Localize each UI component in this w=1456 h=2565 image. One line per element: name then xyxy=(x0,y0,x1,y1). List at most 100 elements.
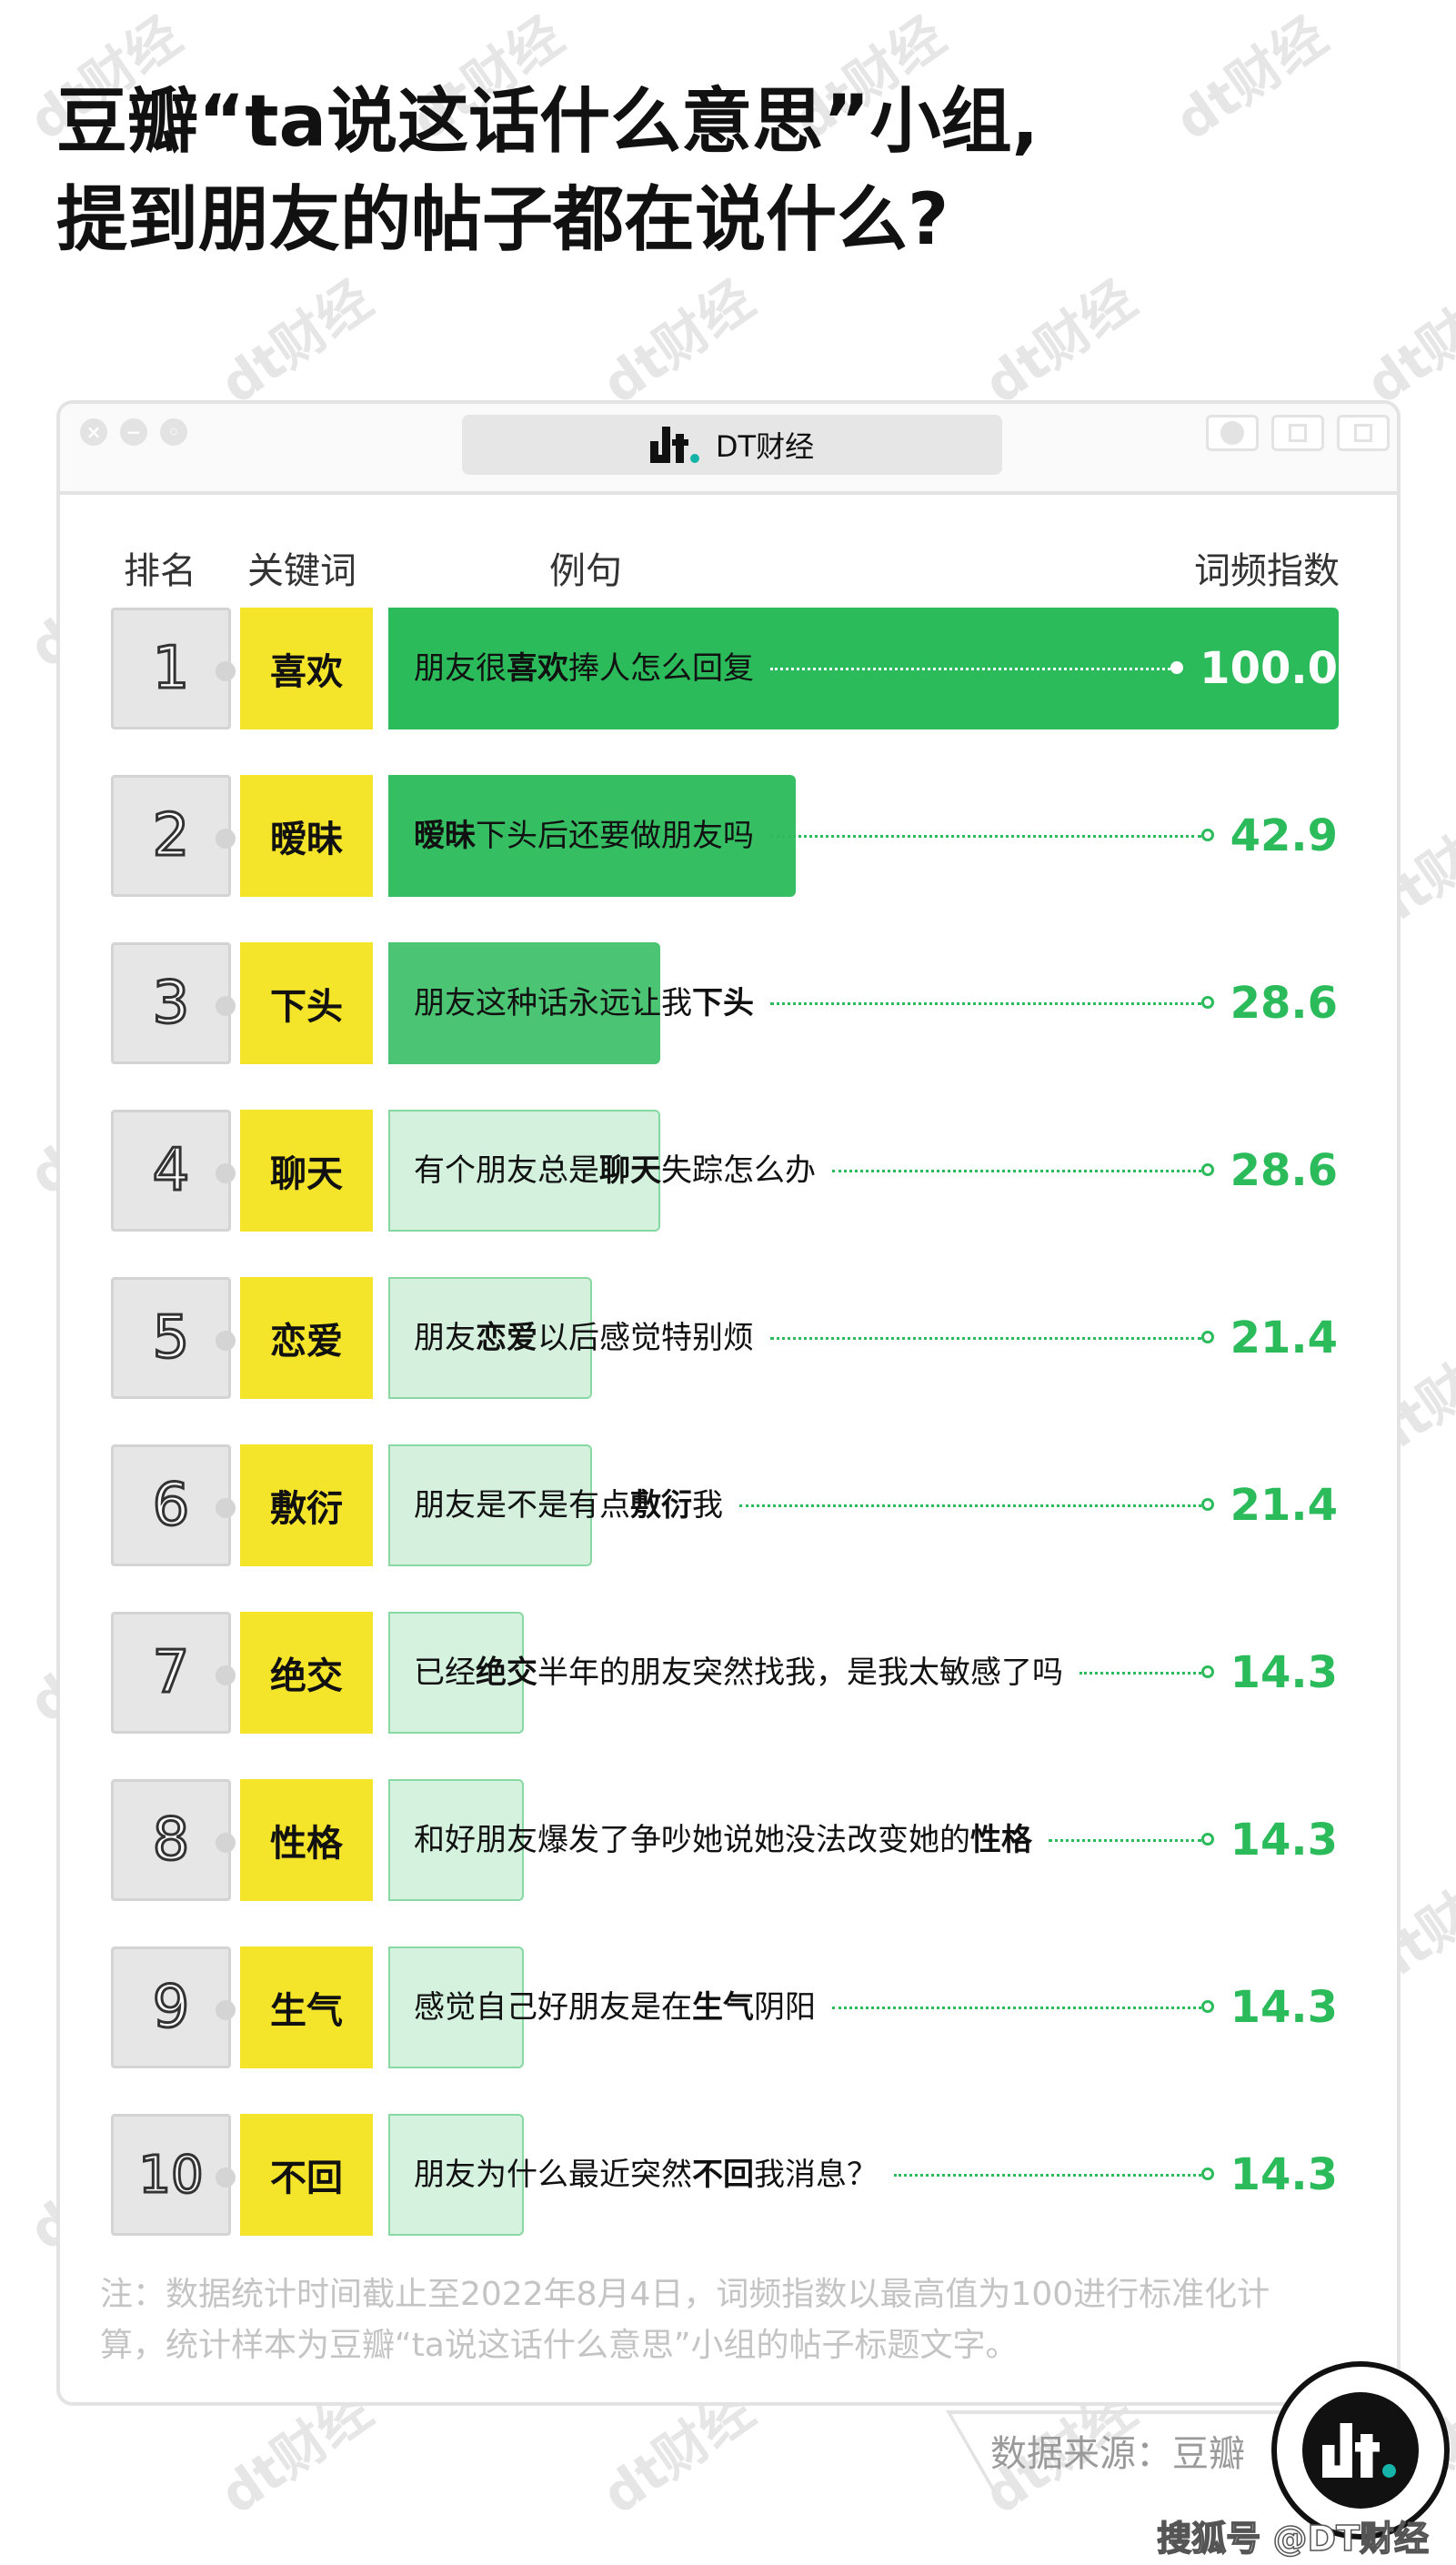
column-header-rank: 排名 xyxy=(124,550,196,592)
leader-line xyxy=(894,2174,1201,2177)
keyword-label: 敷衍 xyxy=(240,1444,373,1566)
example-keyword: 暧昧 xyxy=(414,818,476,854)
example-text-before: 已经 xyxy=(414,1655,476,1691)
index-value: 14.3 xyxy=(1230,1815,1338,1866)
example-keyword: 恋爱 xyxy=(476,1320,537,1356)
record-icon[interactable] xyxy=(1206,415,1259,451)
leader-line xyxy=(832,1170,1201,1172)
column-header-index: 词频指数 xyxy=(1194,550,1340,592)
rank-connector xyxy=(216,1163,236,1183)
example-text-after: 半年的朋友突然找我，是我太敏感了吗 xyxy=(537,1655,1063,1691)
page-title: 豆瓣“ta说这话什么意思”小组, 提到朋友的帖子都在说什么? xyxy=(56,73,1039,269)
example-sentence: 有个朋友总是聊天失踪怎么办 xyxy=(414,1110,816,1232)
chart-row-1: 1 喜欢 朋友很喜欢捧人怎么回复 100.0 xyxy=(0,608,1456,729)
leader-line xyxy=(739,1504,1201,1507)
maximize-icon[interactable]: ◦ xyxy=(160,418,187,446)
index-value: 28.6 xyxy=(1230,1145,1338,1196)
keyword-label: 不回 xyxy=(240,2114,373,2236)
chart-row-4: 4 聊天 有个朋友总是聊天失踪怎么办 28.6 xyxy=(0,1110,1456,1232)
chart-row-8: 8 性格 和好朋友爆发了争吵她说她没法改变她的性格 14.3 xyxy=(0,1779,1456,1901)
index-value: 14.3 xyxy=(1230,1982,1338,2033)
rank-connector xyxy=(216,829,236,849)
chart-row-6: 6 敷衍 朋友是不是有点敷衍我 21.4 xyxy=(0,1444,1456,1566)
leader-line xyxy=(770,1337,1201,1340)
watermark-text: dt财经 xyxy=(973,268,1147,417)
column-header-keyword: 关键词 xyxy=(247,550,356,592)
index-value: 42.9 xyxy=(1230,810,1338,861)
chart-row-9: 9 生气 感觉自己好朋友是在生气阴阳 14.3 xyxy=(0,1946,1456,2068)
rank-label: 1 xyxy=(111,608,236,729)
example-sentence: 暧昧下头后还要做朋友吗 xyxy=(414,775,754,897)
keyword-label: 性格 xyxy=(240,1779,373,1901)
rank-label: 6 xyxy=(111,1444,236,1566)
rank-label: 7 xyxy=(111,1612,236,1734)
index-value: 21.4 xyxy=(1230,1313,1338,1363)
example-text-before: 朋友很 xyxy=(414,650,507,687)
example-keyword: 下头 xyxy=(692,985,754,1021)
example-text-before: 有个朋友总是 xyxy=(414,1152,599,1189)
leader-line xyxy=(770,668,1171,670)
data-source: 数据来源：豆瓣 xyxy=(990,2433,1245,2475)
rank-connector xyxy=(216,661,236,681)
share-icon[interactable] xyxy=(1271,415,1324,451)
example-keyword: 生气 xyxy=(692,1989,754,2026)
example-text-after: 失踪怎么办 xyxy=(661,1152,816,1189)
keyword-label: 下头 xyxy=(240,942,373,1064)
rank-connector xyxy=(216,1833,236,1853)
example-keyword: 聊天 xyxy=(599,1152,661,1189)
rank-label: 10 xyxy=(111,2114,236,2236)
close-icon[interactable]: × xyxy=(80,418,107,446)
example-sentence: 朋友这种话永远让我下头 xyxy=(414,942,754,1064)
example-sentence: 和好朋友爆发了争吵她说她没法改变她的性格 xyxy=(414,1779,1032,1901)
title-line-1: 豆瓣“ta说这话什么意思”小组, xyxy=(56,81,1039,163)
minimize-icon[interactable]: − xyxy=(120,418,147,446)
chart-row-10: 10 不回 朋友为什么最近突然不回我消息？ 14.3 xyxy=(0,2114,1456,2236)
example-sentence: 朋友为什么最近突然不回我消息？ xyxy=(414,2114,878,2236)
example-sentence: 朋友是不是有点敷衍我 xyxy=(414,1444,723,1566)
leader-line xyxy=(1079,1672,1201,1675)
rank-connector xyxy=(216,2000,236,2020)
keyword-label: 暧昧 xyxy=(240,775,373,897)
leader-line xyxy=(832,2007,1201,2009)
watermark-text: dt财经 xyxy=(1355,268,1456,417)
leader-end-dot xyxy=(1200,2000,1214,2013)
rank-connector xyxy=(216,1331,236,1351)
index-value: 100.0 xyxy=(1200,643,1338,694)
keyword-label: 生气 xyxy=(240,1946,373,2068)
example-keyword: 不回 xyxy=(692,2157,754,2193)
example-keyword: 性格 xyxy=(970,1822,1032,1858)
example-text-after: 捧人怎么回复 xyxy=(568,650,754,687)
index-value: 21.4 xyxy=(1230,1480,1338,1531)
window-copy-icon[interactable] xyxy=(1337,415,1390,451)
title-line-2: 提到朋友的帖子都在说什么? xyxy=(56,179,949,261)
column-header-example: 例句 xyxy=(549,550,622,592)
example-sentence: 朋友恋爱以后感觉特别烦 xyxy=(414,1277,754,1399)
leader-end-dot xyxy=(1200,1665,1214,1678)
index-value: 14.3 xyxy=(1230,2149,1338,2200)
example-text-before: 朋友为什么最近突然 xyxy=(414,2157,692,2193)
example-text-before: 朋友是不是有点 xyxy=(414,1487,630,1524)
window-tab[interactable]: DT财经 xyxy=(462,415,1002,475)
leader-end-dot xyxy=(1200,2168,1214,2180)
example-sentence: 已经绝交半年的朋友突然找我，是我太敏感了吗 xyxy=(414,1612,1063,1734)
example-text-before: 朋友这种话永远让我 xyxy=(414,985,692,1021)
leader-end-dot xyxy=(1200,1331,1214,1343)
footnote: 注：数据统计时间截止至2022年8月4日，词频指数以最高值为100进行标准化计算… xyxy=(100,2276,1270,2364)
example-text-before: 朋友 xyxy=(414,1320,476,1356)
chart-row-7: 7 绝交 已经绝交半年的朋友突然找我，是我太敏感了吗 14.3 xyxy=(0,1612,1456,1734)
rank-label: 8 xyxy=(111,1779,236,1901)
leader-end-dot xyxy=(1200,1163,1214,1176)
example-text-before: 感觉自己好朋友是在 xyxy=(414,1989,692,2026)
example-text-after: 下头后还要做朋友吗 xyxy=(476,818,754,854)
example-sentence: 朋友很喜欢捧人怎么回复 xyxy=(414,608,754,729)
example-text-after: 我消息？ xyxy=(754,2157,878,2193)
leader-end-dot xyxy=(1200,996,1214,1009)
leader-end-dot xyxy=(1200,829,1214,841)
rank-label: 4 xyxy=(111,1110,236,1232)
rank-label: 5 xyxy=(111,1277,236,1399)
rank-label: 2 xyxy=(111,775,236,897)
dt-logo-icon xyxy=(649,427,701,463)
watermark-text: dt财经 xyxy=(1164,5,1338,153)
keyword-label: 喜欢 xyxy=(240,608,373,729)
leader-end-dot xyxy=(1200,1498,1214,1511)
